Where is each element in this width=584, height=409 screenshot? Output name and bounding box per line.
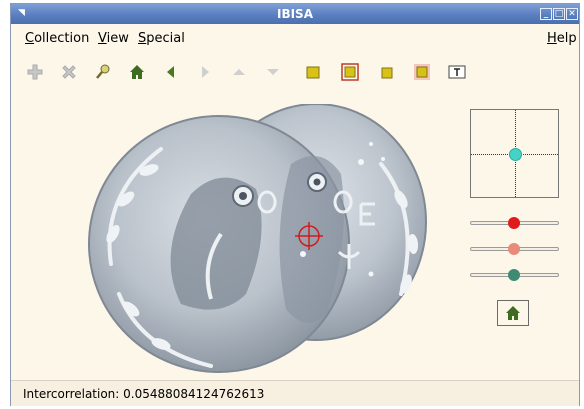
home-button[interactable] xyxy=(497,300,529,326)
slider-thumb[interactable] xyxy=(508,217,520,229)
slider-thumb[interactable] xyxy=(508,269,520,281)
status-bar: Intercorrelation: 0.05488084124762613 xyxy=(11,380,579,406)
slider-thumb[interactable] xyxy=(508,243,520,255)
xy-pad[interactable] xyxy=(470,109,559,198)
toolbar xyxy=(11,54,579,88)
square-small-icon[interactable] xyxy=(377,62,397,82)
slider-red[interactable] xyxy=(470,216,559,230)
app-window: ◥ IBISA _ □ ✕ Collection View Special He… xyxy=(10,3,580,406)
slider-salmon[interactable] xyxy=(470,242,559,256)
down-icon[interactable] xyxy=(263,62,283,82)
title-bar: ◥ IBISA _ □ ✕ xyxy=(11,4,579,24)
square-highlight-icon[interactable] xyxy=(412,62,432,82)
menu-special[interactable]: Special xyxy=(138,31,185,46)
menu-bar: Collection View Special Help xyxy=(11,24,579,52)
forward-icon[interactable] xyxy=(195,62,215,82)
minimize-icon[interactable]: _ xyxy=(540,8,552,20)
maximize-icon[interactable]: □ xyxy=(553,8,565,20)
up-icon[interactable] xyxy=(229,62,249,82)
text-icon[interactable] xyxy=(447,62,467,82)
square-icon[interactable] xyxy=(303,62,323,82)
coin-image[interactable] xyxy=(71,103,451,379)
menu-view[interactable]: View xyxy=(98,31,129,46)
pad-knob[interactable] xyxy=(509,148,522,161)
window-title: IBISA xyxy=(276,7,313,21)
menu-collection[interactable]: Collection xyxy=(25,31,89,46)
plus-icon[interactable] xyxy=(25,62,45,82)
menu-help[interactable]: Help xyxy=(547,31,577,46)
search-icon[interactable] xyxy=(93,62,113,82)
close-icon[interactable]: ✕ xyxy=(566,8,578,20)
status-text: Intercorrelation: 0.05488084124762613 xyxy=(23,387,265,401)
home-icon xyxy=(506,306,520,320)
home-icon[interactable] xyxy=(127,62,147,82)
delete-icon[interactable] xyxy=(59,62,79,82)
square-outlined-icon[interactable] xyxy=(340,62,360,82)
slider-green[interactable] xyxy=(470,268,559,282)
back-icon[interactable] xyxy=(161,62,181,82)
